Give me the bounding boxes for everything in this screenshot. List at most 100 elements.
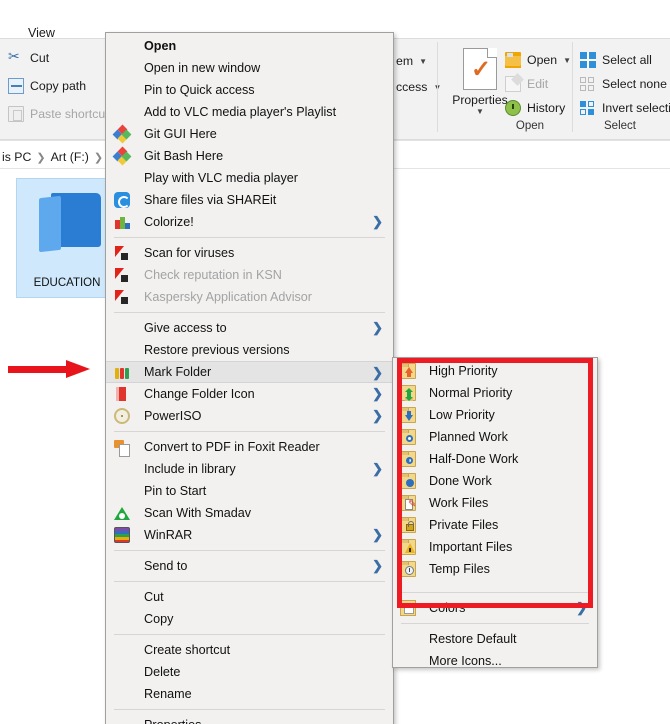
ribbon-partial-item-ccess[interactable]: ccess ▼ [396, 80, 441, 94]
menu-item-copy[interactable]: Copy [106, 608, 393, 630]
file-tile-education[interactable]: EDUCATION [16, 178, 118, 298]
submenu-item-high-priority[interactable]: High Priority [393, 360, 597, 382]
ribbon-history-label: History [527, 101, 566, 115]
menu-item-change-folder-icon[interactable]: Change Folder Icon ❯ [106, 383, 393, 405]
select-none-icon [580, 76, 596, 92]
winrar-icon [114, 527, 130, 543]
chevron-right-icon: ❯ [372, 320, 383, 335]
history-icon [505, 100, 521, 116]
kaspersky-icon [114, 245, 130, 261]
menu-item-open[interactable]: Open [106, 35, 393, 57]
submenu-item-important-files[interactable]: Important Files [393, 536, 597, 558]
menu-separator [114, 550, 385, 551]
menu-separator [114, 709, 385, 710]
menu-item-git-gui-here[interactable]: Git GUI Here [106, 123, 393, 145]
chevron-right-icon: ❯ [576, 600, 587, 615]
menu-item-poweriso[interactable]: PowerISO ❯ [106, 405, 393, 427]
menu-item-git-bash-here[interactable]: Git Bash Here [106, 145, 393, 167]
menu-item-give-access-to[interactable]: Give access to ❯ [106, 317, 393, 339]
ribbon-partial-item-em[interactable]: em ▼ [396, 54, 427, 68]
paste-shortcut-icon [8, 106, 24, 122]
select-all-icon [580, 52, 596, 68]
ribbon-select-all-button[interactable]: Select all [580, 52, 652, 68]
menu-separator [114, 634, 385, 635]
ribbon-copy-path-label: Copy path [30, 79, 87, 93]
properties-icon [463, 48, 497, 90]
menu-item-play-with-vlc[interactable]: Play with VLC media player [106, 167, 393, 189]
folder-icon [39, 193, 101, 253]
menu-item-open-in-new-window[interactable]: Open in new window [106, 57, 393, 79]
mark-folder-submenu[interactable]: High Priority Normal Priority Low Priori… [392, 357, 598, 668]
submenu-item-restore-default[interactable]: Restore Default [393, 628, 597, 650]
menu-item-colorize[interactable]: Colorize! ❯ [106, 211, 393, 233]
ribbon-copy-path-button[interactable]: Copy path [8, 78, 86, 94]
submenu-item-normal-priority[interactable]: Normal Priority [393, 382, 597, 404]
shareit-icon [114, 192, 130, 208]
menu-item-pin-to-start[interactable]: Pin to Start [106, 480, 393, 502]
menu-item-check-reputation-in-ksn: Check reputation in KSN [106, 264, 393, 286]
copy-path-icon [8, 78, 24, 94]
circle-half-folder-icon [400, 451, 416, 467]
submenu-item-more-icons[interactable]: More Icons... [393, 650, 597, 672]
menu-item-scan-for-viruses[interactable]: Scan for viruses [106, 242, 393, 264]
breadcrumb-item-art-f[interactable]: Art (F:) [51, 150, 89, 164]
menu-item-winrar[interactable]: WinRAR ❯ [106, 524, 393, 546]
chevron-right-icon: ❯ [93, 151, 104, 164]
menu-item-properties[interactable]: Properties [106, 714, 393, 724]
menu-item-mark-folder[interactable]: Mark Folder ❯ [106, 361, 393, 383]
menu-item-include-in-library[interactable]: Include in library ❯ [106, 458, 393, 480]
menu-item-cut[interactable]: Cut [106, 586, 393, 608]
ribbon-open-button[interactable]: Open ▼ [505, 52, 571, 68]
submenu-item-low-priority[interactable]: Low Priority [393, 404, 597, 426]
group-divider [572, 42, 573, 132]
submenu-item-planned-work[interactable]: Planned Work [393, 426, 597, 448]
context-menu[interactable]: Open Open in new window Pin to Quick acc… [105, 32, 394, 724]
file-name-label: EDUCATION [33, 277, 101, 289]
menu-item-send-to[interactable]: Send to ❯ [106, 555, 393, 577]
ribbon-cut-label: Cut [30, 51, 50, 65]
ribbon-invert-selection-button[interactable]: Invert selection [580, 100, 670, 116]
ribbon-edit-label: Edit [527, 77, 549, 91]
kaspersky-icon [114, 289, 130, 305]
chevron-right-icon: ❯ [372, 386, 383, 401]
poweriso-icon [114, 408, 130, 424]
submenu-item-private-files[interactable]: Private Files [393, 514, 597, 536]
chevron-right-icon: ❯ [372, 365, 383, 380]
ribbon-select-none-button[interactable]: Select none [580, 76, 667, 92]
submenu-item-half-done-work[interactable]: Half-Done Work [393, 448, 597, 470]
menu-item-create-shortcut[interactable]: Create shortcut [106, 639, 393, 661]
ribbon-select-none-label: Select none [602, 77, 667, 91]
menu-item-scan-with-smadav[interactable]: Scan With Smadav [106, 502, 393, 524]
ribbon-history-button[interactable]: History [505, 100, 565, 116]
git-icon [112, 146, 132, 166]
menu-item-restore-previous-versions[interactable]: Restore previous versions [106, 339, 393, 361]
smadav-icon [114, 505, 130, 521]
submenu-separator [401, 623, 589, 624]
invert-selection-icon [580, 100, 596, 116]
ribbon-cut-button[interactable]: Cut [8, 48, 50, 66]
git-icon [112, 124, 132, 144]
warning-folder-icon [400, 539, 416, 555]
chevron-right-icon: ❯ [372, 527, 383, 542]
clock-folder-icon [400, 561, 416, 577]
submenu-item-temp-files[interactable]: Temp Files [393, 558, 597, 580]
chevron-right-icon: ❯ [372, 214, 383, 229]
menu-item-pin-to-quick-access[interactable]: Pin to Quick access [106, 79, 393, 101]
menu-item-delete[interactable]: Delete [106, 661, 393, 683]
menu-item-share-files-via-shareit[interactable]: Share files via SHAREit [106, 189, 393, 211]
ribbon-partial-ccess-label: ccess [396, 80, 428, 94]
ribbon-paste-shortcut-label: Paste shortcut [30, 107, 109, 121]
menu-separator [114, 237, 385, 238]
breadcrumb-item-this-pc[interactable]: is PC [2, 150, 31, 164]
submenu-item-colors[interactable]: Colors ❯ [393, 597, 597, 619]
scissors-icon [8, 48, 24, 66]
menu-item-add-to-vlc-playlist[interactable]: Add to VLC media player's Playlist [106, 101, 393, 123]
group-divider [437, 42, 438, 132]
chevron-down-icon: ▼ [563, 55, 572, 65]
submenu-item-work-files[interactable]: Work Files [393, 492, 597, 514]
breadcrumb[interactable]: is PC ❯ Art (F:) ❯ [0, 146, 103, 168]
chevron-down-icon: ▼ [419, 56, 428, 66]
menu-item-rename[interactable]: Rename [106, 683, 393, 705]
menu-item-convert-to-pdf-foxit[interactable]: Convert to PDF in Foxit Reader [106, 436, 393, 458]
submenu-item-done-work[interactable]: Done Work [393, 470, 597, 492]
